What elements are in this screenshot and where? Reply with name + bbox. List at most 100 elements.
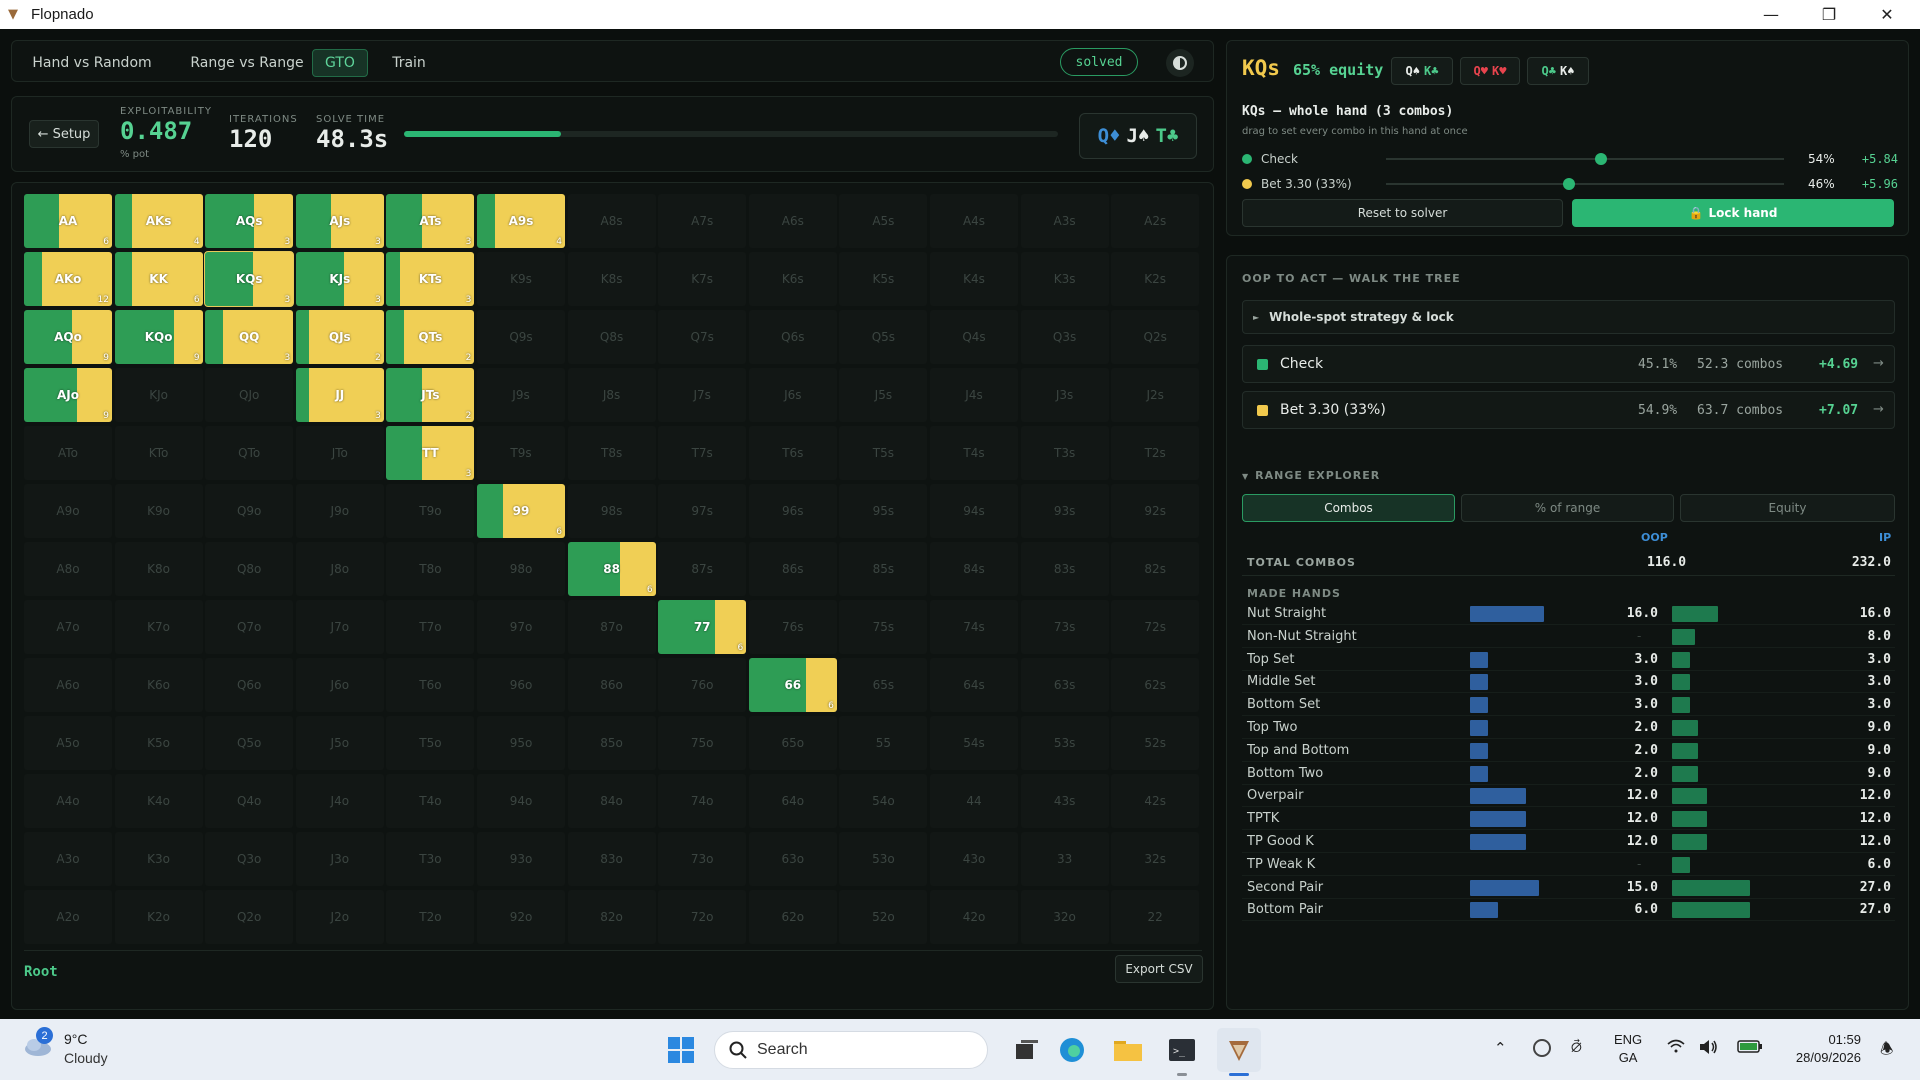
restore-button[interactable]: ❐	[1800, 0, 1858, 29]
hand-cell[interactable]: 96s	[748, 484, 837, 538]
hand-cell[interactable]: 84s	[930, 542, 1018, 596]
hand-cell[interactable]: 94s	[930, 484, 1018, 538]
hand-cell[interactable]: 62s	[1111, 658, 1200, 712]
tab-equity[interactable]: Equity	[1680, 494, 1895, 522]
hand-cell[interactable]: K5o	[114, 716, 203, 770]
network-off-icon[interactable]: ⦳	[1571, 1039, 1582, 1056]
hand-cell[interactable]: 93s	[1020, 484, 1109, 538]
theme-toggle-button[interactable]	[1166, 49, 1194, 77]
hand-cell[interactable]: Q4s	[930, 310, 1018, 364]
hand-cell[interactable]: K8s	[567, 252, 656, 306]
hand-cell[interactable]: QTs 2	[386, 310, 475, 364]
hand-cell[interactable]: 75s	[839, 600, 928, 654]
hand-cell[interactable]: T9s	[477, 426, 565, 480]
hand-cell[interactable]: Q6s	[748, 310, 837, 364]
hand-cell[interactable]: QQ 3	[205, 310, 294, 364]
hand-cell[interactable]: KJo	[114, 368, 203, 422]
tray-overflow-chevron-icon[interactable]: ⌃	[1494, 1039, 1507, 1057]
notification-bell-icon[interactable]: 🕭	[1880, 1039, 1893, 1064]
hand-cell[interactable]: Q7o	[205, 600, 294, 654]
hand-cell[interactable]: 54s	[930, 716, 1018, 770]
hand-cell[interactable]: 73s	[1020, 600, 1109, 654]
hand-cell[interactable]: K4o	[114, 774, 203, 828]
hand-cell[interactable]: T4o	[386, 774, 475, 828]
hand-cell[interactable]: 53o	[839, 832, 928, 886]
tab-combos[interactable]: Combos	[1242, 494, 1455, 522]
hand-cell[interactable]: KQs 3	[204, 251, 295, 307]
hand-cell[interactable]: T8s	[567, 426, 656, 480]
hand-cell[interactable]: A3o	[24, 832, 112, 886]
hand-cell[interactable]: 74s	[930, 600, 1018, 654]
tab-range-vs-range[interactable]: Range vs Range	[184, 49, 310, 77]
battery-charging-icon[interactable]	[1737, 1039, 1763, 1057]
start-button[interactable]	[659, 1028, 703, 1072]
hand-cell[interactable]: QTo	[205, 426, 294, 480]
hand-cell[interactable]: K3o	[114, 832, 203, 886]
hand-cell[interactable]: J2o	[295, 890, 384, 944]
hand-cell[interactable]: T7s	[658, 426, 747, 480]
hand-cell[interactable]: K4s	[930, 252, 1018, 306]
hand-cell[interactable]: AA 6	[24, 194, 112, 248]
hand-cell[interactable]: K9o	[114, 484, 203, 538]
hand-cell[interactable]: 72s	[1111, 600, 1200, 654]
hand-cell[interactable]: AQs 3	[205, 194, 294, 248]
hand-cell[interactable]: T5o	[386, 716, 475, 770]
hand-cell[interactable]: 55	[839, 716, 928, 770]
hand-cell[interactable]: J3s	[1020, 368, 1109, 422]
hand-cell[interactable]: 94o	[477, 774, 565, 828]
hand-cell[interactable]: 83s	[1020, 542, 1109, 596]
hand-cell[interactable]: TT 3	[386, 426, 475, 480]
hand-cell[interactable]: K6s	[748, 252, 837, 306]
reset-to-solver-button[interactable]: Reset to solver	[1242, 199, 1563, 227]
hand-cell[interactable]: J9s	[477, 368, 565, 422]
hand-cell[interactable]: K8o	[114, 542, 203, 596]
hand-cell[interactable]: J5o	[295, 716, 384, 770]
hand-cell[interactable]: 87s	[658, 542, 747, 596]
hand-cell[interactable]: 66 6	[748, 658, 837, 712]
hand-cell[interactable]: 86o	[567, 658, 656, 712]
hand-cell[interactable]: T9o	[386, 484, 475, 538]
task-view-button[interactable]	[1005, 1028, 1049, 1072]
hand-cell[interactable]: A9s 4	[477, 194, 565, 248]
wifi-icon[interactable]	[1667, 1039, 1685, 1057]
hand-cell[interactable]: A4s	[930, 194, 1018, 248]
hand-cell[interactable]: JJ 3	[295, 368, 384, 422]
hand-cell[interactable]: 72o	[658, 890, 747, 944]
flopnado-taskbar-button[interactable]	[1217, 1028, 1261, 1076]
hand-cell[interactable]: 73o	[658, 832, 747, 886]
hand-cell[interactable]: T6s	[748, 426, 837, 480]
hand-cell[interactable]: KTs 3	[386, 252, 475, 306]
hand-cell[interactable]: 77 6	[658, 600, 747, 654]
hand-cell[interactable]: 63s	[1020, 658, 1109, 712]
combo-chip[interactable]: Q♣ K♠	[1527, 57, 1589, 85]
hand-cell[interactable]: A6s	[748, 194, 837, 248]
hand-cell[interactable]: Q6o	[205, 658, 294, 712]
hand-cell[interactable]: K5s	[839, 252, 928, 306]
hand-cell[interactable]: Q8o	[205, 542, 294, 596]
hand-cell[interactable]: T5s	[839, 426, 928, 480]
hand-cell[interactable]: Q2o	[205, 890, 294, 944]
hand-cell[interactable]: T8o	[386, 542, 475, 596]
hand-cell[interactable]: T3s	[1020, 426, 1109, 480]
hand-cell[interactable]: KJs 3	[295, 252, 384, 306]
hand-cell[interactable]: T2o	[386, 890, 475, 944]
hand-cell[interactable]: J8s	[567, 368, 656, 422]
hand-cell[interactable]: A8s	[567, 194, 656, 248]
hand-cell[interactable]: 86s	[748, 542, 837, 596]
hand-cell[interactable]: A5s	[839, 194, 928, 248]
hand-cell[interactable]: 54o	[839, 774, 928, 828]
hand-cell[interactable]: 64o	[748, 774, 837, 828]
tab-hand-vs-random[interactable]: Hand vs Random	[32, 49, 152, 77]
hand-cell[interactable]: 84o	[567, 774, 656, 828]
hand-cell[interactable]: 95s	[839, 484, 928, 538]
hand-cell[interactable]: 33	[1020, 832, 1109, 886]
hand-cell[interactable]: KQo 9	[114, 310, 203, 364]
hand-cell[interactable]: J6o	[295, 658, 384, 712]
action-slider-handle[interactable]	[1563, 178, 1576, 190]
sync-icon[interactable]	[1533, 1039, 1551, 1057]
hand-cell[interactable]: 32s	[1111, 832, 1200, 886]
action-slider-track[interactable]	[1386, 158, 1784, 160]
hand-cell[interactable]: ATs 3	[386, 194, 475, 248]
hand-cell[interactable]: 64s	[930, 658, 1018, 712]
taskbar-search[interactable]: Search	[714, 1031, 988, 1069]
